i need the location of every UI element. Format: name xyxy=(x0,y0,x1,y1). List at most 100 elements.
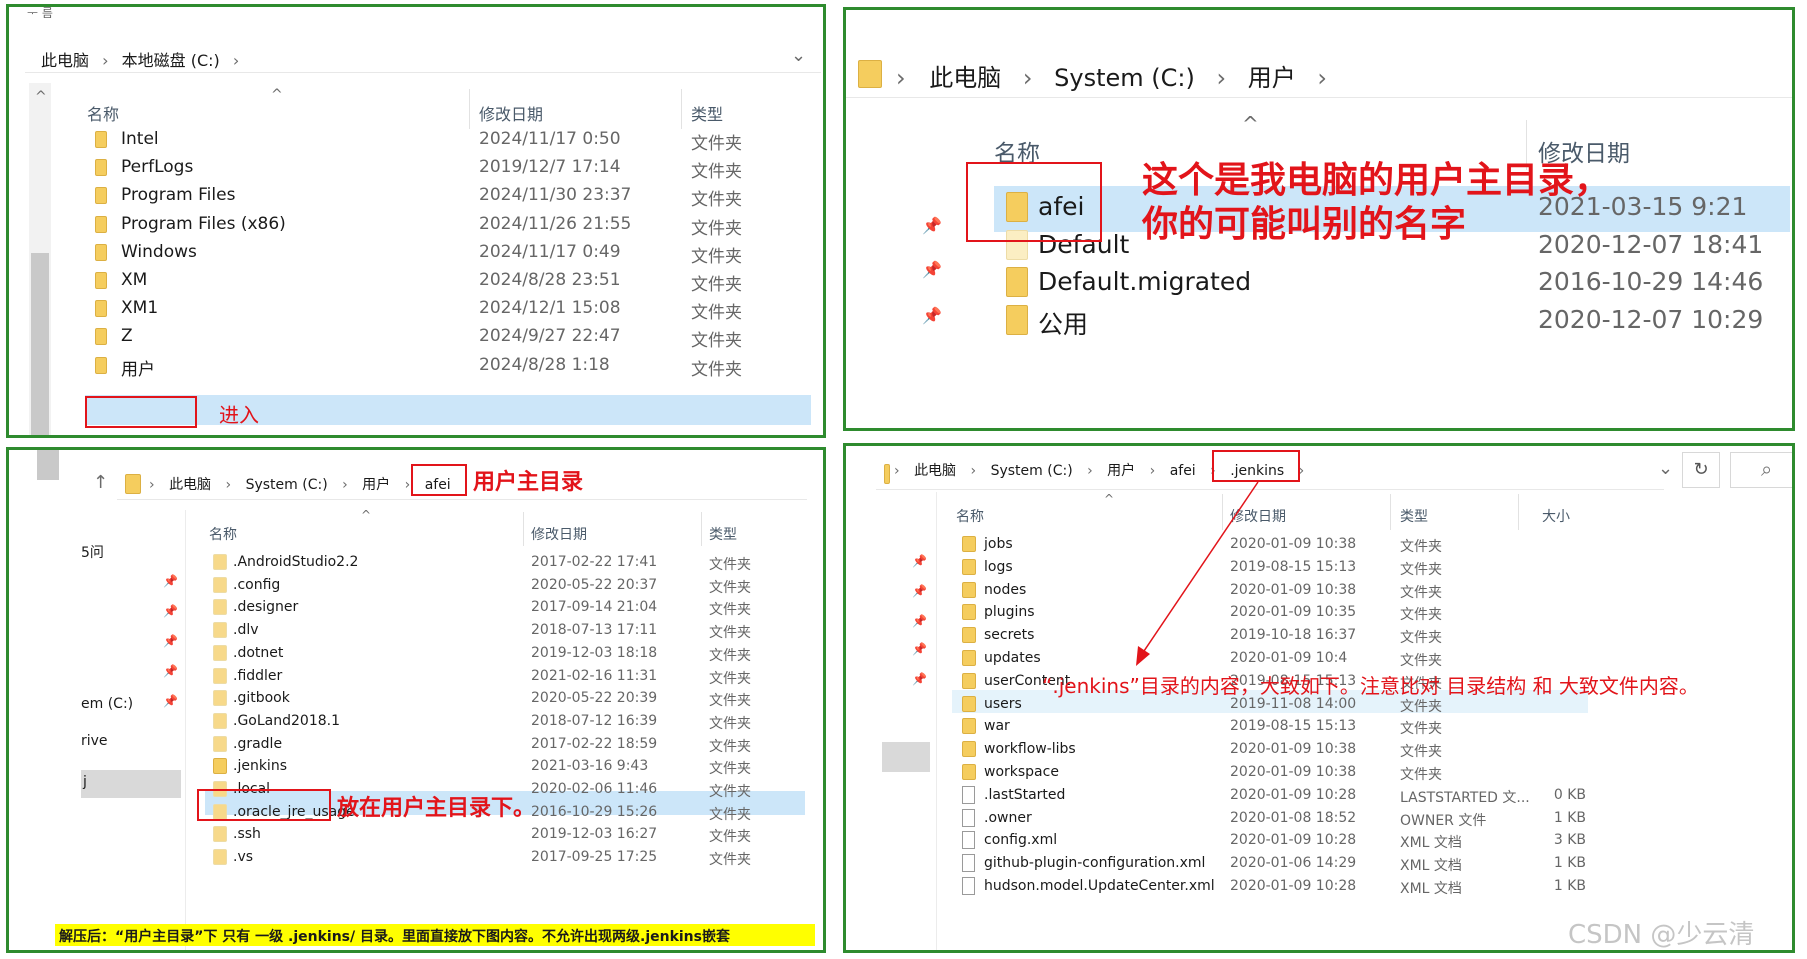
folder-icon xyxy=(95,215,107,233)
column-header-name[interactable]: 名称 xyxy=(87,101,119,125)
folder-icon xyxy=(95,131,107,148)
nav-divider xyxy=(185,510,186,950)
scrollbar-thumb[interactable] xyxy=(31,253,49,435)
folder-icon xyxy=(125,474,141,494)
file-name[interactable]: .jenkins xyxy=(233,758,287,774)
file-name[interactable]: .GoLand2018.1 xyxy=(233,713,340,729)
nav-label[interactable]: em (C:) xyxy=(81,696,133,712)
annotation-user-home: 这个是我电脑的用户主目录， 你的可能叫别的名字 xyxy=(1142,158,1610,246)
sort-up-icon: ^ xyxy=(361,508,372,522)
watermark: CSDN @少云清 xyxy=(1568,920,1755,950)
folder-icon xyxy=(213,849,227,866)
nav-label[interactable]: 5问 xyxy=(81,542,104,562)
folder-icon xyxy=(213,690,227,707)
nav-label[interactable]: rive xyxy=(81,733,108,749)
file-type: 文件夹 xyxy=(709,557,751,573)
column-header-type[interactable]: 类型 xyxy=(709,524,737,544)
file-name[interactable]: .fiddler xyxy=(233,668,282,684)
file-name[interactable]: .gradle xyxy=(233,736,282,752)
modified-date: 2018-07-13 17:11 xyxy=(531,622,658,639)
file-type: 文件夹 xyxy=(691,162,742,183)
column-header-name[interactable]: 名称 xyxy=(209,524,237,544)
panel-user-home: ↑ › 此电脑 › System (C:) › 用户 › afei 用户主目录 … xyxy=(6,447,826,953)
file-name[interactable]: .designer xyxy=(233,599,298,615)
column-header-type[interactable]: 类型 xyxy=(691,101,723,125)
file-name[interactable]: 用户 xyxy=(121,355,155,380)
folder-icon xyxy=(95,356,107,374)
crumb-users[interactable]: 用户 xyxy=(362,477,390,493)
scroll-up-icon[interactable]: ^ xyxy=(35,89,47,105)
crumb-separator: › xyxy=(1022,64,1033,92)
file-name[interactable]: .dotnet xyxy=(233,645,283,661)
file-name[interactable]: 公用 xyxy=(1038,305,1088,341)
file-name[interactable]: .ssh xyxy=(233,826,261,842)
nav-item-selected[interactable] xyxy=(81,770,181,798)
column-header-date[interactable]: 修改日期 xyxy=(479,101,543,125)
file-name[interactable]: Default.migrated xyxy=(1038,267,1251,296)
crumb-system-c[interactable]: System (C:) xyxy=(246,477,328,493)
crumb-separator: › xyxy=(225,477,232,493)
file-name[interactable]: PerfLogs xyxy=(121,157,193,177)
cropped-top-text: ᅮ 름 xyxy=(27,6,53,20)
column-header-date[interactable]: 修改日期 xyxy=(531,524,587,544)
sort-up-icon: ^ xyxy=(1242,112,1259,136)
highlight-box-users xyxy=(85,396,197,428)
modified-date: 2017-09-25 17:25 xyxy=(531,849,658,866)
folder-icon xyxy=(213,667,227,684)
chevron-down-icon[interactable]: ⌄ xyxy=(791,45,806,66)
pin-icon[interactable]: 📌 xyxy=(163,664,178,678)
folder-icon xyxy=(213,712,227,729)
up-arrow-icon[interactable]: ↑ xyxy=(93,472,108,493)
folder-icon xyxy=(858,60,882,88)
file-name[interactable]: .config xyxy=(233,577,280,593)
crumb-separator: › xyxy=(1317,64,1327,92)
folder-icon xyxy=(95,187,107,205)
file-name[interactable]: XM xyxy=(121,270,147,290)
crumb-separator: › xyxy=(1216,64,1227,92)
pin-icon[interactable]: 📌 xyxy=(922,260,942,279)
modified-date: 2018-07-12 16:39 xyxy=(531,712,658,729)
crumb-separator: › xyxy=(342,477,348,493)
file-type: 文件夹 xyxy=(691,359,742,380)
pin-icon[interactable]: 📌 xyxy=(922,306,942,325)
file-type: 文件夹 xyxy=(691,275,742,295)
modified-date: 2019-12-03 18:18 xyxy=(531,644,658,661)
annotation-user-home-title: 用户主目录 xyxy=(473,469,584,495)
crumb-c-drive[interactable]: 本地磁盘 (C:) xyxy=(122,51,220,70)
file-name[interactable]: .dlv xyxy=(233,622,259,638)
pin-icon[interactable]: 📌 xyxy=(163,604,178,618)
crumb-system-c[interactable]: System (C:) xyxy=(1054,64,1195,92)
file-name[interactable]: Program Files xyxy=(121,185,235,205)
file-type: 文件夹 xyxy=(709,625,751,642)
highlight-box-afei xyxy=(966,162,1102,242)
folder-icon xyxy=(213,758,227,775)
crumb-users[interactable]: 用户 xyxy=(1248,64,1296,92)
folder-icon xyxy=(95,243,107,261)
modified-date: 2020-12-07 10:29 xyxy=(1538,304,1764,334)
file-name[interactable]: .vs xyxy=(233,849,253,865)
sort-up-icon: ^ xyxy=(271,87,283,103)
file-type: 文件夹 xyxy=(709,738,751,755)
pin-icon[interactable]: 📌 xyxy=(922,216,942,235)
crumb-separator: › xyxy=(896,64,906,92)
crumb-this-pc[interactable]: 此电脑 xyxy=(929,64,1001,92)
modified-date: 2021-03-16 9:43 xyxy=(531,758,649,775)
file-name[interactable]: Program Files (x86) xyxy=(121,214,286,234)
file-name[interactable]: .AndroidStudio2.2 xyxy=(233,554,358,570)
file-name[interactable]: Intel xyxy=(121,129,159,149)
crumb-this-pc[interactable]: 此电脑 xyxy=(169,477,211,493)
file-name[interactable]: Z xyxy=(121,326,133,346)
highlight-box-afei-crumb xyxy=(411,464,467,496)
file-name[interactable]: Windows xyxy=(121,242,197,262)
modified-date: 2016-10-29 14:46 xyxy=(1538,267,1764,296)
pin-icon[interactable]: 📌 xyxy=(163,574,178,588)
file-name[interactable]: .gitbook xyxy=(233,690,290,706)
crumb-separator: › xyxy=(404,477,411,493)
scrollbar-thumb[interactable] xyxy=(37,450,59,480)
file-name[interactable]: XM1 xyxy=(121,298,158,318)
pin-icon[interactable]: 📌 xyxy=(163,634,178,648)
pin-icon[interactable]: 📌 xyxy=(163,694,178,708)
file-type: 文件夹 xyxy=(709,852,751,869)
file-type: 文件夹 xyxy=(709,602,751,619)
crumb-this-pc[interactable]: 此电脑 xyxy=(41,51,89,70)
